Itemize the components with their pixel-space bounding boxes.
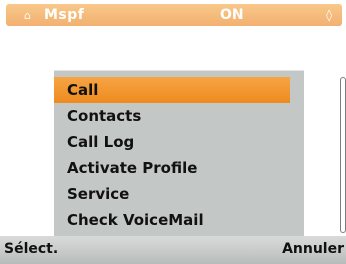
- status-value: ON: [220, 7, 244, 23]
- menu-scrollbar[interactable]: [340, 77, 346, 233]
- menu-item-service[interactable]: Service: [54, 181, 290, 207]
- softkey-bar: Sélect. Annuler: [0, 236, 346, 264]
- cancel-softkey[interactable]: Annuler: [282, 241, 344, 257]
- profile-icon: ⌂: [24, 9, 31, 22]
- menu-item-check-voicemail[interactable]: Check VoiceMail: [54, 207, 290, 233]
- indicator-icon: ◊: [326, 8, 332, 22]
- select-softkey[interactable]: Sélect.: [4, 241, 58, 257]
- popup-menu: Call Contacts Call Log Activate Profile …: [54, 70, 346, 237]
- status-label: Mspf: [44, 7, 85, 23]
- menu-item-contacts[interactable]: Contacts: [54, 103, 290, 129]
- menu-item-call-log[interactable]: Call Log: [54, 129, 290, 155]
- menu-list: Call Contacts Call Log Activate Profile …: [54, 77, 290, 233]
- menu-item-call[interactable]: Call: [54, 77, 290, 103]
- menu-item-activate-profile[interactable]: Activate Profile: [54, 155, 290, 181]
- status-bar: ⌂ Mspf ON ◊: [6, 4, 342, 26]
